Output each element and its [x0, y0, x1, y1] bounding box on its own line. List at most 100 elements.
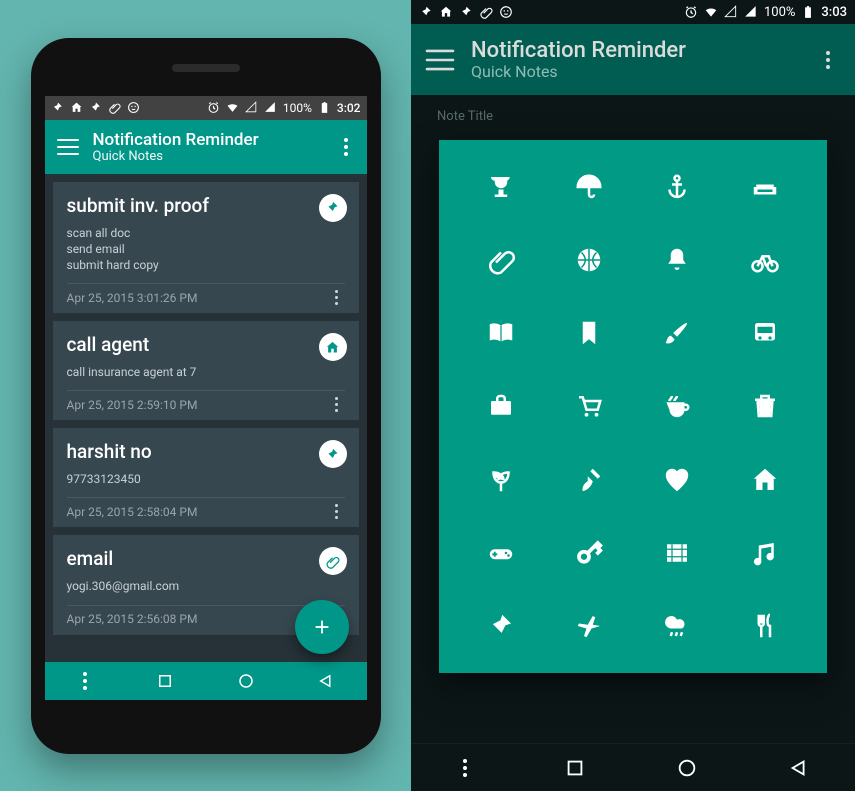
note-icon-badge[interactable] — [319, 194, 347, 222]
pin-icon — [325, 200, 340, 215]
note-card[interactable]: submit inv. proof scan all doc send emai… — [53, 182, 359, 314]
note-body: 97733123450 — [67, 471, 345, 487]
note-title: submit inv. proof — [67, 194, 345, 217]
plane-icon[interactable] — [571, 608, 607, 644]
wifi-icon — [704, 5, 718, 19]
battery-text: 100% — [283, 101, 312, 115]
recent-apps-button[interactable] — [564, 757, 586, 779]
face-icon — [499, 5, 513, 19]
paperclip-icon[interactable] — [483, 242, 519, 278]
bicycle-icon[interactable] — [747, 242, 783, 278]
bell-icon[interactable] — [659, 242, 695, 278]
anchor-icon[interactable] — [659, 169, 695, 205]
note-body: yogi.306@gmail.com — [67, 578, 345, 594]
trash-icon[interactable] — [747, 388, 783, 424]
note-icon-badge[interactable] — [319, 547, 347, 575]
app-subtitle: Quick Notes — [93, 149, 323, 164]
status-left — [51, 101, 140, 114]
clock-text: 3:03 — [821, 5, 847, 20]
note-time: Apr 25, 2015 2:58:04 PM — [67, 505, 198, 519]
status-right: 100% 3:03 — [684, 5, 847, 20]
key-icon[interactable] — [571, 535, 607, 571]
icon-picker[interactable] — [439, 140, 827, 673]
pin-icon — [51, 101, 64, 114]
right-screen: 100% 3:03 Notification Reminder Quick No… — [411, 0, 855, 791]
app-bar: Notification Reminder Quick Notes — [45, 120, 367, 174]
signal-icon — [744, 5, 758, 19]
note-menu-button[interactable] — [329, 504, 345, 519]
clock-text: 3:02 — [337, 101, 361, 115]
signal-icon — [264, 101, 277, 114]
music-icon[interactable] — [747, 535, 783, 571]
back-button[interactable] — [317, 672, 335, 690]
overflow-button[interactable] — [819, 51, 837, 69]
book-icon[interactable] — [483, 315, 519, 351]
recent-apps-button[interactable] — [156, 672, 174, 690]
briefcase-icon[interactable] — [483, 388, 519, 424]
menu-button[interactable] — [426, 49, 455, 70]
bus-icon[interactable] — [747, 315, 783, 351]
app-subtitle: Quick Notes — [471, 62, 799, 81]
menu-button[interactable] — [57, 139, 79, 155]
note-title: email — [67, 547, 345, 570]
note-time: Apr 25, 2015 2:56:08 PM — [67, 612, 198, 626]
basketball-icon[interactable] — [571, 242, 607, 278]
home-button[interactable] — [237, 672, 255, 690]
note-list[interactable]: submit inv. proof scan all doc send emai… — [45, 174, 367, 662]
brush-icon[interactable] — [659, 315, 695, 351]
pin-icon — [89, 101, 102, 114]
home-icon — [70, 101, 83, 114]
note-card[interactable]: harshit no 97733123450 Apr 25, 2015 2:58… — [53, 428, 359, 527]
app-title: Notification Reminder — [471, 38, 799, 63]
alarm-icon — [207, 101, 220, 114]
note-body: call insurance agent at 7 — [67, 364, 345, 380]
home-icon — [439, 5, 453, 19]
status-bar: 100% 3:02 — [45, 96, 367, 120]
note-menu-button[interactable] — [329, 290, 345, 305]
pin-icon — [419, 5, 433, 19]
alarm-icon — [684, 5, 698, 19]
paperclip-icon — [108, 101, 121, 114]
umbrella-icon[interactable] — [571, 169, 607, 205]
sofa-icon[interactable] — [747, 169, 783, 205]
cutlery-icon[interactable] — [747, 608, 783, 644]
signal-icon — [245, 101, 258, 114]
plus-icon — [311, 616, 333, 638]
trophy-icon[interactable] — [483, 169, 519, 205]
note-title-field-label: Note Title — [411, 95, 855, 128]
screen-body — [411, 128, 855, 743]
nav-bar — [45, 662, 367, 700]
phone-frame: 100% 3:02 Notification Reminder Quick No… — [31, 38, 381, 754]
guitar-icon[interactable] — [571, 462, 607, 498]
back-button[interactable] — [788, 757, 810, 779]
note-icon-badge[interactable] — [319, 333, 347, 361]
phone-speaker — [172, 64, 240, 72]
film-icon[interactable] — [659, 535, 695, 571]
nav-menu-button[interactable] — [76, 672, 94, 690]
overflow-button[interactable] — [337, 138, 355, 156]
note-title: harshit no — [67, 440, 345, 463]
pin-icon[interactable] — [483, 608, 519, 644]
note-menu-button[interactable] — [329, 397, 345, 412]
nav-menu-button[interactable] — [456, 759, 474, 777]
cart-icon[interactable] — [571, 388, 607, 424]
rain-icon[interactable] — [659, 608, 695, 644]
left-mock-panel: 100% 3:02 Notification Reminder Quick No… — [0, 0, 411, 791]
battery-icon — [801, 5, 815, 19]
pin-icon — [459, 5, 473, 19]
note-card[interactable]: call agent call insurance agent at 7 Apr… — [53, 321, 359, 420]
nav-bar — [411, 743, 855, 791]
add-note-fab[interactable] — [295, 600, 349, 654]
gamepad-icon[interactable] — [483, 535, 519, 571]
home-icon[interactable] — [747, 462, 783, 498]
leaf-icon[interactable] — [483, 462, 519, 498]
note-title: call agent — [67, 333, 345, 356]
note-body: scan all doc send email submit hard copy — [67, 225, 345, 274]
face-icon — [127, 101, 140, 114]
bookmark-icon[interactable] — [571, 315, 607, 351]
home-button[interactable] — [676, 757, 698, 779]
paperclip-icon — [479, 5, 493, 19]
heart-icon[interactable] — [659, 462, 695, 498]
coffee-icon[interactable] — [659, 388, 695, 424]
note-icon-badge[interactable] — [319, 440, 347, 468]
